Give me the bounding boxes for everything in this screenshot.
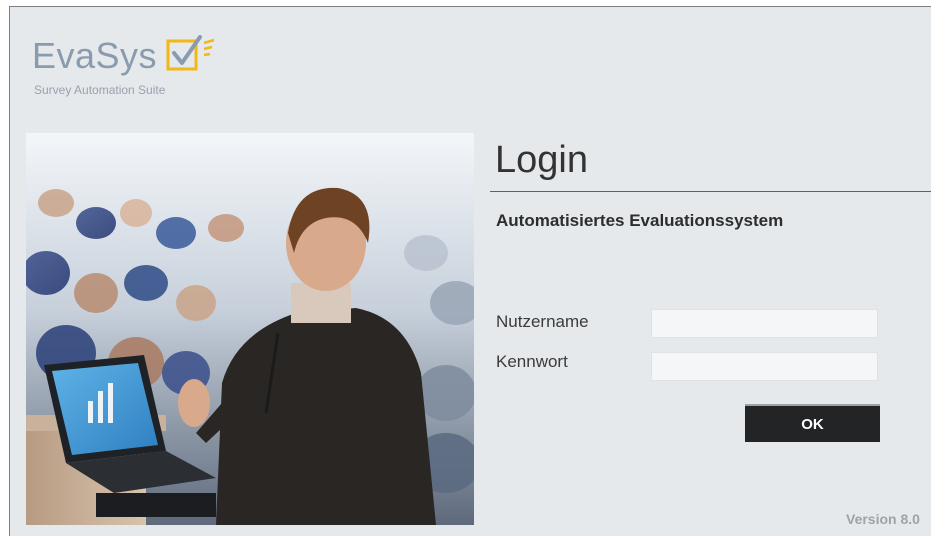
checkbox-check-icon — [166, 35, 215, 71]
ok-button[interactable]: OK — [745, 404, 880, 442]
heading-divider — [490, 191, 931, 192]
version-label: Version 8.0 — [846, 511, 920, 527]
password-field[interactable] — [651, 352, 878, 381]
logo-wordmark: EvaSys — [32, 35, 158, 76]
lecture-illustration — [26, 133, 474, 525]
password-label: Kennwort — [496, 352, 568, 371]
system-subtitle: Automatisiertes Evaluationssystem — [496, 211, 784, 230]
username-field[interactable] — [651, 309, 878, 338]
login-heading: Login — [495, 139, 588, 181]
logo-tagline: Survey Automation Suite — [34, 83, 166, 97]
login-window: EvaSys Survey Automation Suite Login Aut… — [9, 6, 931, 536]
evasys-logo: EvaSys Survey Automation Suite — [32, 25, 272, 105]
lecture-photo — [26, 133, 474, 525]
username-label: Nutzername — [496, 312, 589, 331]
